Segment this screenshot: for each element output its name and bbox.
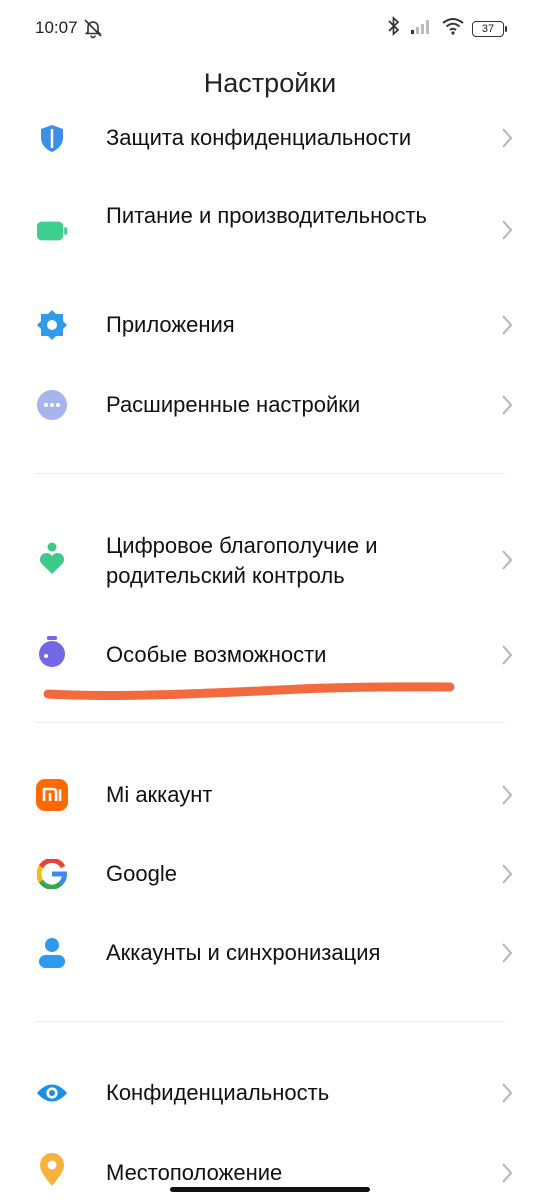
shield-icon <box>36 122 68 154</box>
chevron-right-icon <box>500 126 514 155</box>
battery-icon <box>36 215 68 247</box>
status-bar: 10:07 37 <box>0 0 540 60</box>
wifi-icon <box>442 17 464 40</box>
bell-muted-icon <box>82 17 104 44</box>
location-icon <box>36 1153 68 1186</box>
settings-item-label: Цифровое благополучие и родительский кон… <box>106 533 378 588</box>
account-icon <box>36 937 68 969</box>
settings-item-digital-wellbeing[interactable]: Цифровое благополучие и родительский кон… <box>0 523 540 597</box>
battery-indicator: 37 <box>472 20 507 37</box>
chevron-right-icon <box>500 393 514 422</box>
settings-item-google[interactable]: Google <box>0 851 540 897</box>
mi-icon <box>36 779 68 811</box>
settings-item-privacy[interactable]: Конфиденциальность <box>0 1070 540 1116</box>
accessibility-icon <box>36 636 68 668</box>
section-divider <box>35 1021 505 1022</box>
settings-item-accounts-sync[interactable]: Аккаунты и синхронизация <box>0 930 540 976</box>
chevron-right-icon <box>500 643 514 672</box>
google-icon <box>36 858 68 890</box>
chevron-right-icon <box>500 313 514 342</box>
section-divider <box>35 722 505 723</box>
settings-item-power-performance[interactable]: Питание и производительность <box>0 193 540 267</box>
settings-item-mi-account[interactable]: Mi аккаунт <box>0 772 540 818</box>
settings-item-label: Питание и производительность <box>106 203 427 228</box>
settings-item-label: Расширенные настройки <box>106 392 361 417</box>
chevron-right-icon <box>500 1081 514 1110</box>
settings-item-label: Аккаунты и синхронизация <box>106 940 381 965</box>
page-title: Настройки <box>203 68 337 98</box>
chevron-right-icon <box>500 783 514 812</box>
wellbeing-icon <box>36 542 68 575</box>
settings-item-privacy-protection[interactable]: Защита конфиденциальности <box>0 115 540 161</box>
settings-item-accessibility[interactable]: Особые возможности <box>0 632 540 678</box>
bluetooth-icon <box>386 16 402 41</box>
settings-item-label: Особые возможности <box>106 642 327 667</box>
gear-icon <box>36 309 68 341</box>
chevron-right-icon <box>500 548 514 577</box>
status-time: 10:07 <box>35 18 78 37</box>
chevron-right-icon <box>500 218 514 247</box>
settings-item-advanced[interactable]: Расширенные настройки <box>0 382 540 428</box>
settings-item-apps[interactable]: Приложения <box>0 302 540 348</box>
eye-icon <box>36 1077 68 1109</box>
section-divider <box>35 473 505 474</box>
settings-item-label: Mi аккаунт <box>106 782 213 807</box>
chevron-right-icon <box>500 941 514 970</box>
settings-item-label: Конфиденциальность <box>106 1080 330 1105</box>
settings-item-label: Местоположение <box>106 1160 283 1185</box>
settings-item-label: Google <box>106 861 177 886</box>
signal-icon <box>410 17 434 40</box>
annotation-underline <box>43 682 455 700</box>
settings-item-label: Приложения <box>106 312 235 337</box>
more-icon <box>36 389 68 421</box>
settings-item-label: Защита конфиденциальности <box>106 125 412 150</box>
home-indicator[interactable] <box>170 1187 370 1192</box>
chevron-right-icon <box>500 1161 514 1190</box>
chevron-right-icon <box>500 862 514 891</box>
status-icons: 37 <box>386 16 507 41</box>
